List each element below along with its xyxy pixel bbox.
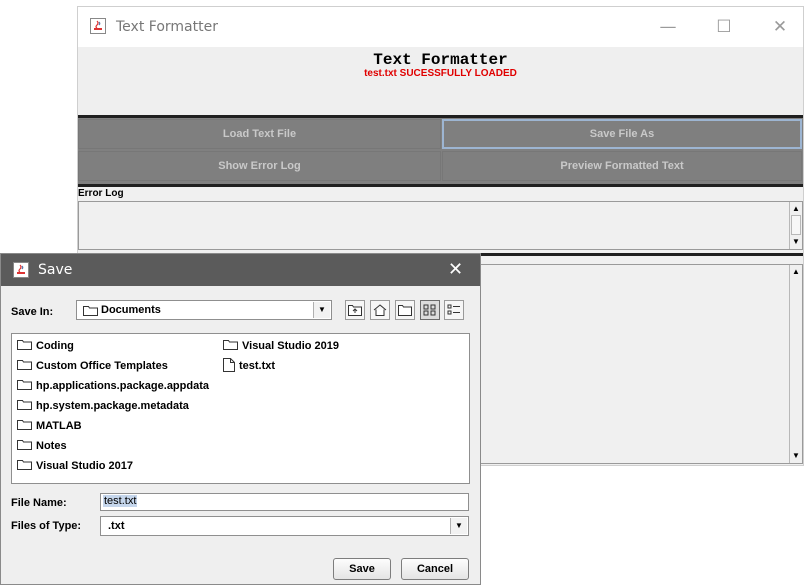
maximize-button[interactable]: ☐ bbox=[712, 17, 736, 37]
list-item[interactable]: Visual Studio 2017 bbox=[17, 457, 133, 475]
save-file-as-button[interactable]: Save File As bbox=[442, 119, 802, 149]
list-item-label: MATLAB bbox=[36, 420, 82, 432]
folder-icon bbox=[17, 379, 32, 393]
list-view-button[interactable] bbox=[420, 300, 440, 320]
error-log-textarea[interactable]: ▲ ▼ bbox=[78, 201, 803, 250]
chevron-down-icon[interactable]: ▼ bbox=[450, 518, 467, 534]
list-view-icon bbox=[423, 304, 436, 316]
folder-icon bbox=[17, 439, 32, 453]
preview-scrollbar[interactable]: ▲ ▼ bbox=[789, 265, 802, 463]
list-item[interactable]: Coding bbox=[17, 337, 74, 355]
file-list[interactable]: Coding Custom Office Templates hp.applic… bbox=[11, 333, 470, 484]
header-panel: Text Formatter test.txt SUCESSFULLY LOAD… bbox=[78, 47, 803, 118]
list-item[interactable]: Visual Studio 2019 bbox=[223, 337, 339, 355]
list-item[interactable]: Notes bbox=[17, 437, 67, 455]
folder-icon bbox=[17, 339, 32, 353]
folder-icon bbox=[17, 399, 32, 413]
list-item-label: Custom Office Templates bbox=[36, 360, 168, 372]
files-of-type-dropdown[interactable]: .txt ▼ bbox=[100, 516, 469, 536]
details-view-button[interactable] bbox=[444, 300, 464, 320]
preview-formatted-text-button[interactable]: Preview Formatted Text bbox=[442, 151, 802, 181]
minimize-button[interactable]: — bbox=[656, 17, 680, 37]
dialog-close-button[interactable]: ✕ bbox=[448, 259, 463, 280]
list-item-label: Visual Studio 2017 bbox=[36, 460, 134, 472]
main-window-title: Text Formatter bbox=[116, 19, 218, 35]
folder-icon bbox=[17, 359, 32, 373]
scroll-thumb[interactable] bbox=[791, 215, 801, 235]
folder-icon bbox=[83, 305, 98, 319]
dialog-titlebar[interactable]: Save ✕ bbox=[1, 254, 480, 286]
files-of-type-value: .txt bbox=[108, 520, 125, 532]
chevron-down-icon[interactable]: ▼ bbox=[313, 302, 330, 318]
action-button-grid: Load Text File Save File As Show Error L… bbox=[78, 118, 803, 184]
error-log-label: Error Log bbox=[78, 188, 124, 199]
up-folder-icon bbox=[348, 305, 362, 316]
list-item[interactable]: hp.applications.package.appdata bbox=[17, 377, 209, 395]
list-item-label: hp.system.package.metadata bbox=[36, 400, 189, 412]
file-icon bbox=[223, 357, 235, 375]
save-button[interactable]: Save bbox=[333, 558, 391, 580]
list-item-label: Coding bbox=[36, 340, 74, 352]
list-item-label: Visual Studio 2019 bbox=[242, 340, 340, 352]
home-button[interactable] bbox=[370, 300, 390, 320]
file-name-label: File Name: bbox=[11, 497, 67, 509]
folder-icon bbox=[17, 459, 32, 473]
file-name-input[interactable]: test.txt bbox=[100, 493, 469, 511]
scroll-up-icon[interactable]: ▲ bbox=[790, 203, 802, 215]
close-button[interactable]: ✕ bbox=[768, 17, 792, 37]
main-titlebar[interactable]: Text Formatter — ☐ ✕ bbox=[78, 7, 803, 47]
folder-icon bbox=[223, 339, 238, 353]
save-in-dropdown[interactable]: Documents ▼ bbox=[76, 300, 332, 320]
scroll-down-icon[interactable]: ▼ bbox=[790, 236, 802, 248]
list-item[interactable]: hp.system.package.metadata bbox=[17, 397, 189, 415]
show-error-log-button[interactable]: Show Error Log bbox=[78, 151, 441, 181]
new-folder-button[interactable] bbox=[395, 300, 415, 320]
status-message: test.txt SUCESSFULLY LOADED bbox=[364, 68, 517, 79]
save-in-value: Documents bbox=[101, 304, 161, 316]
file-name-value: test.txt bbox=[103, 495, 138, 507]
save-dialog: Save ✕ Save In: Documents ▼ Coding Custo… bbox=[0, 253, 481, 585]
error-log-scrollbar[interactable]: ▲ ▼ bbox=[789, 202, 802, 249]
cancel-button[interactable]: Cancel bbox=[401, 558, 469, 580]
header-title: Text Formatter bbox=[373, 51, 508, 69]
java-app-icon bbox=[13, 262, 29, 281]
save-in-label: Save In: bbox=[11, 306, 54, 318]
files-of-type-label: Files of Type: bbox=[11, 520, 82, 532]
list-item-label: hp.applications.package.appdata bbox=[36, 380, 209, 392]
new-folder-icon bbox=[398, 305, 412, 316]
details-view-icon bbox=[447, 304, 460, 315]
home-icon bbox=[373, 304, 387, 316]
load-text-file-button[interactable]: Load Text File bbox=[78, 119, 441, 149]
scroll-down-icon[interactable]: ▼ bbox=[790, 450, 802, 462]
list-item[interactable]: MATLAB bbox=[17, 417, 82, 435]
list-item-label: Notes bbox=[36, 440, 67, 452]
divider bbox=[78, 184, 803, 187]
dialog-title: Save bbox=[38, 262, 73, 278]
java-app-icon bbox=[90, 18, 106, 39]
folder-icon bbox=[17, 419, 32, 433]
list-item-label: test.txt bbox=[239, 360, 276, 372]
list-item[interactable]: test.txt bbox=[223, 357, 275, 375]
scroll-up-icon[interactable]: ▲ bbox=[790, 266, 802, 278]
up-one-level-button[interactable] bbox=[345, 300, 365, 320]
list-item[interactable]: Custom Office Templates bbox=[17, 357, 168, 375]
